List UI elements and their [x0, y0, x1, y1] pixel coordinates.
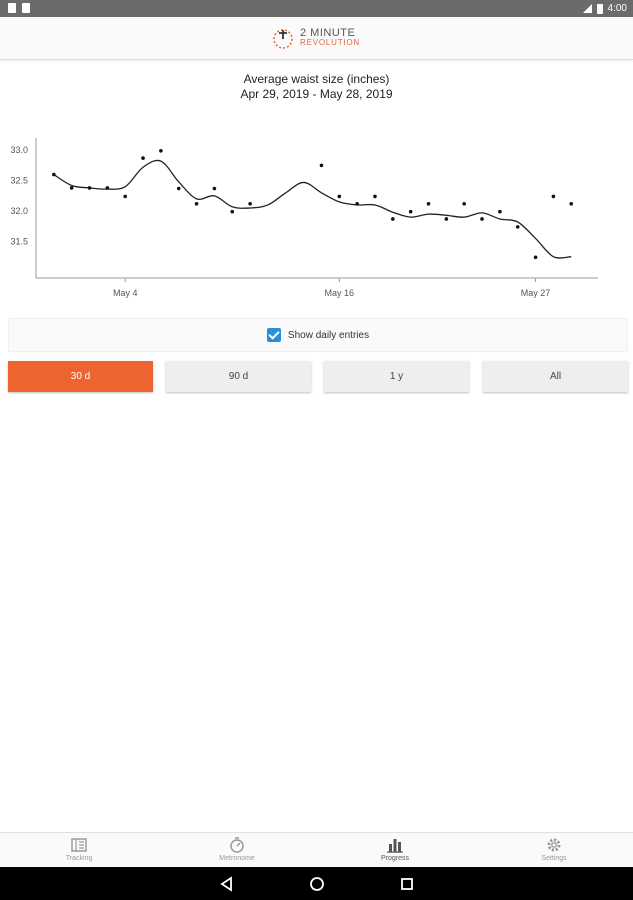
x-tick-label: May 27 [521, 288, 551, 298]
y-tick-label: 33.0 [10, 145, 28, 155]
daily-entry-point [52, 172, 56, 177]
chart-title-line2: Apr 29, 2019 - May 28, 2019 [240, 87, 393, 101]
daily-entry-point [444, 217, 449, 221]
logo-text-line1: 2 MINUTE [300, 27, 356, 39]
x-tick-label: May 4 [113, 288, 138, 298]
nav-progress[interactable]: Progress [316, 833, 474, 868]
x-tick-label: May 16 [325, 288, 355, 298]
daily-entry-point [569, 201, 574, 206]
daily-entry-point [212, 186, 217, 191]
range-90d-button[interactable]: 90 d [166, 361, 311, 392]
show-daily-entries-label: Show daily entries [287, 329, 370, 341]
daily-entry-point [69, 186, 74, 190]
tracking-icon [71, 838, 87, 852]
daily-entry-point [105, 186, 110, 190]
logo-text-line2: REVOLUTION [300, 38, 361, 47]
recent-apps-icon[interactable] [398, 875, 416, 893]
daily-entry-point [480, 217, 484, 221]
daily-entry-point [319, 163, 324, 168]
signal-icon [582, 4, 592, 13]
daily-entry-point [123, 194, 128, 199]
daily-entry-point [551, 194, 556, 199]
y-tick-label: 31.5 [10, 236, 28, 246]
nav-settings[interactable]: Settings [475, 833, 633, 868]
metronome-icon [230, 837, 244, 853]
daily-entry-point [337, 194, 342, 199]
daily-entry-point [462, 201, 466, 206]
app-logo: 2 MINUTE REVOLUTION [272, 24, 360, 52]
daily-entry-point [230, 209, 235, 214]
daily-entry-point [498, 209, 502, 214]
chart-title: Average waist size (inches) Apr 29, 2019… [0, 72, 633, 102]
nav-metronome-label: Metronome [219, 855, 255, 862]
bottom-navigation: Tracking Metronome Progress Settings [0, 832, 633, 868]
waist-line-chart: 33.0 32.5 32.0 31.5 May 4 May 16 May 27 [10, 138, 598, 298]
show-daily-entries-row[interactable]: Show daily entries [8, 318, 628, 352]
notification-icon [22, 3, 30, 13]
app-bar: 2 MINUTE REVOLUTION [0, 17, 633, 60]
nav-metronome[interactable]: Metronome [158, 833, 316, 868]
system-navigation-bar [0, 867, 633, 900]
notification-icon [8, 3, 16, 13]
show-daily-entries-checkbox[interactable] [266, 328, 281, 342]
range-30d-button[interactable]: 30 d [8, 361, 153, 392]
logo-icon [273, 29, 293, 49]
chart-title-line1: Average waist size (inches) [243, 72, 390, 86]
daily-entry-point [87, 186, 92, 190]
battery-icon [596, 3, 603, 14]
daily-entry-point [194, 201, 199, 206]
home-icon[interactable] [308, 875, 326, 893]
daily-entry-point [391, 217, 395, 221]
daily-entry-point [176, 186, 181, 191]
y-tick-label: 32.0 [10, 206, 28, 216]
back-icon[interactable] [218, 875, 236, 893]
nav-progress-label: Progress [380, 855, 409, 862]
daily-entry-point [373, 194, 377, 199]
daily-entry-point [159, 148, 163, 153]
daily-entry-point [355, 201, 359, 206]
daily-entry-point [533, 255, 538, 260]
bar-chart-icon [387, 839, 403, 853]
nav-settings-label: Settings [541, 855, 567, 862]
daily-entry-point [408, 209, 413, 214]
status-bar: 4:00 [0, 0, 633, 17]
trend-line [53, 159, 572, 259]
daily-entry-point [141, 156, 145, 160]
nav-tracking-label: Tracking [65, 855, 93, 862]
nav-tracking[interactable]: Tracking [0, 833, 158, 868]
gear-icon [547, 838, 561, 852]
y-tick-label: 32.5 [10, 176, 28, 186]
daily-entry-point [515, 225, 520, 229]
range-all-button[interactable]: All [483, 361, 628, 392]
clock: 4:00 [607, 3, 627, 14]
daily-entry-point [426, 201, 431, 206]
daily-entry-point [248, 201, 252, 206]
range-1y-button[interactable]: 1 y [324, 361, 469, 392]
